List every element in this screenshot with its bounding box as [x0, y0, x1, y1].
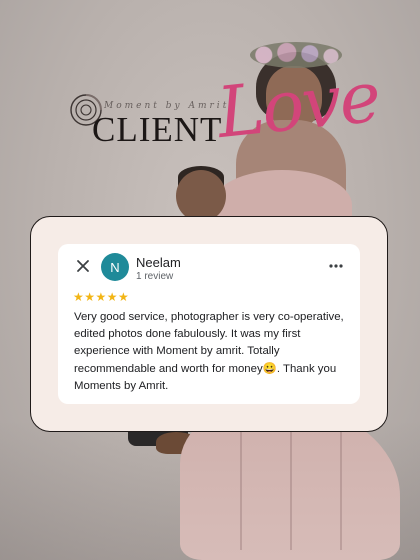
- close-button[interactable]: [74, 257, 92, 275]
- avatar[interactable]: N: [101, 253, 129, 281]
- man-head: [176, 170, 226, 222]
- gown-fold: [240, 420, 242, 550]
- more-options-button[interactable]: [328, 258, 344, 274]
- review-text: Very good service, photographer is very …: [74, 311, 344, 392]
- title-love: Love: [213, 55, 383, 154]
- more-horiz-icon: [329, 264, 343, 268]
- close-icon: [77, 260, 89, 272]
- gown-fold: [340, 420, 342, 550]
- gown-fold: [290, 420, 292, 550]
- reviewer-name[interactable]: Neelam: [136, 255, 181, 270]
- reviewer-review-count: 1 review: [136, 271, 174, 282]
- title-client: CLIENT: [92, 110, 223, 149]
- star-rating: ★★★★★: [73, 290, 130, 304]
